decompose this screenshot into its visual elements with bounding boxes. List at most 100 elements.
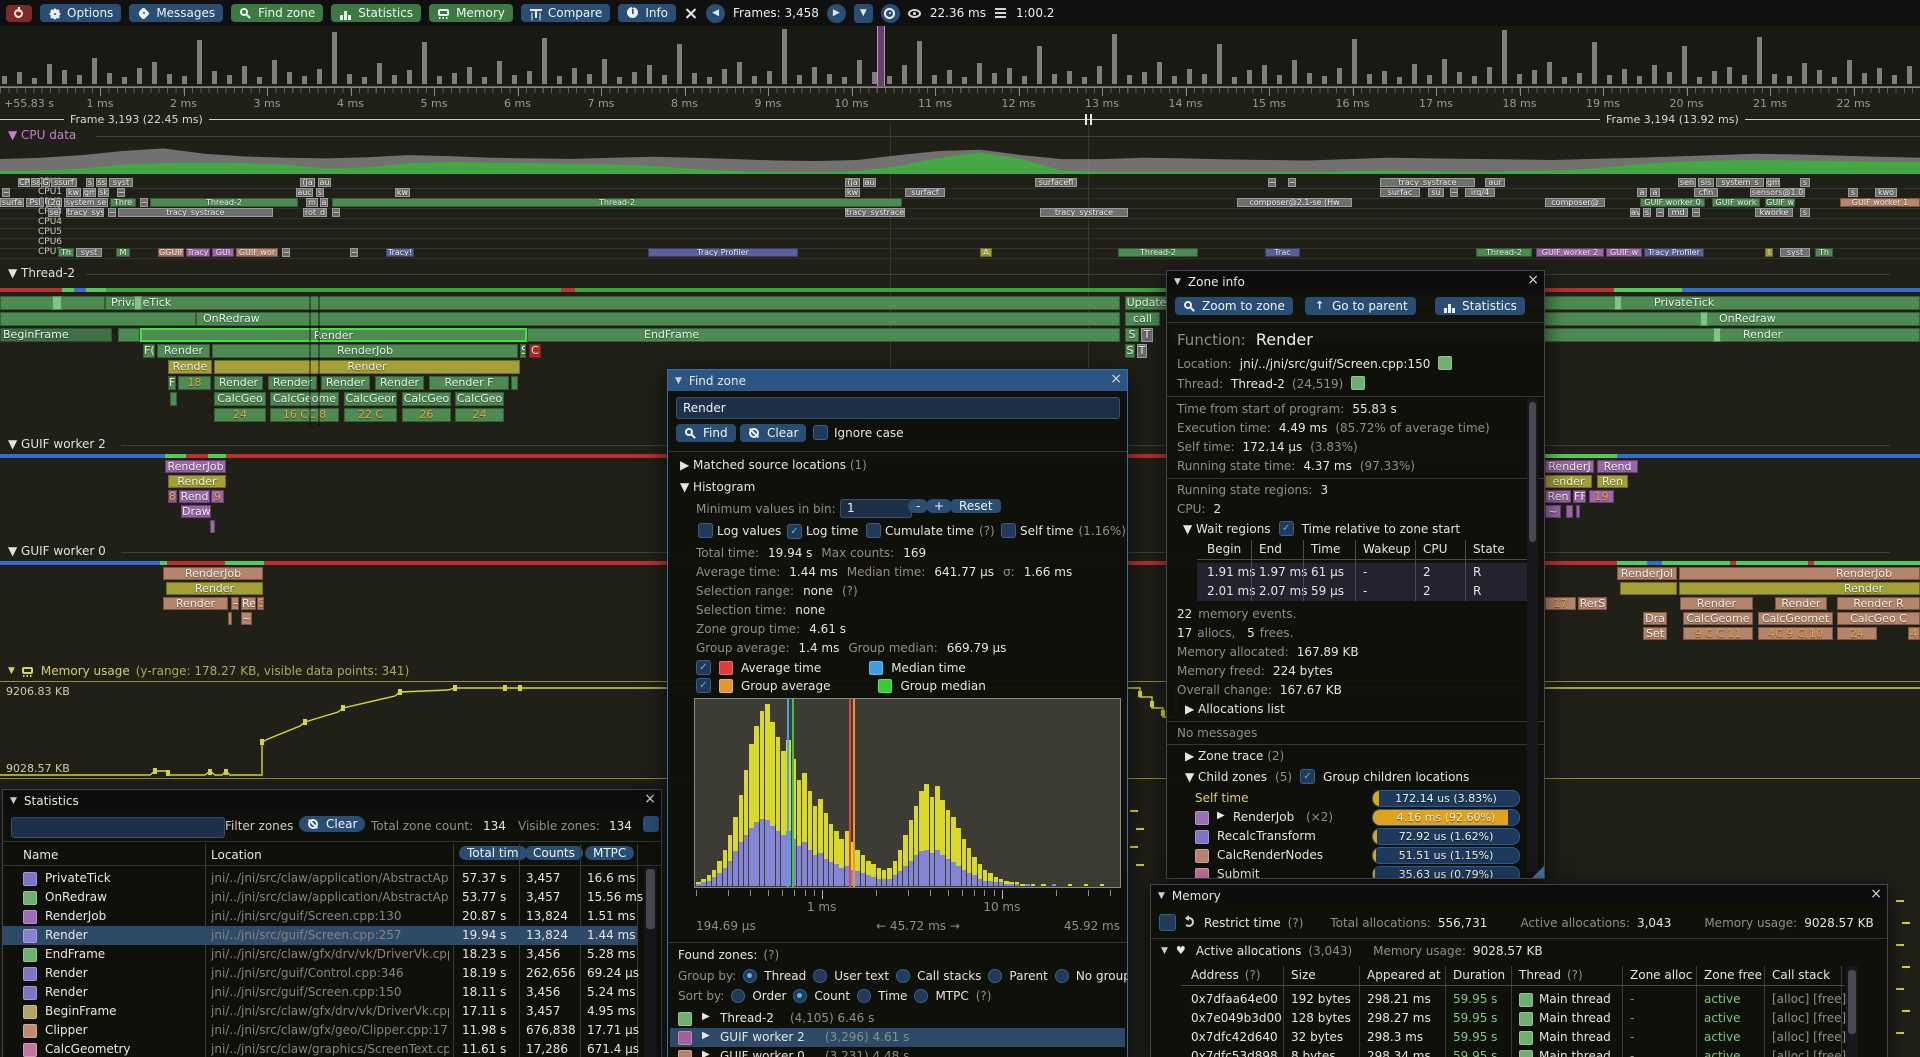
cpu-zone[interactable]: a [1650,188,1660,197]
cpu-zone[interactable]: ~ [1288,178,1296,187]
column-header-location[interactable]: Location [211,848,262,862]
cpu-zone[interactable]: kw [66,188,81,197]
column-header-counts[interactable]: Counts [525,846,583,860]
zone[interactable]: Render [166,582,263,595]
cpu-zone[interactable]: Tracy [186,248,210,257]
zone[interactable]: ~ [1545,505,1561,518]
cpu-zone[interactable]: ~ [350,248,358,257]
child-zones-toggle[interactable]: ▼ Child zones [1185,770,1267,784]
radio-sortby-order[interactable] [731,989,745,1003]
zone[interactable]: CalcGeor [344,392,397,406]
zone-trace-toggle[interactable]: ▶ Zone trace (2) [1185,749,1284,763]
radio-sortby-mtpc[interactable] [914,989,928,1003]
expand-icon[interactable]: ▶ [1217,810,1225,821]
cpu-zone[interactable]: ~ [1450,188,1458,197]
zone[interactable]: 5 [257,597,264,610]
zone[interactable]: Render [375,376,424,390]
cpu-zone[interactable]: (ja [300,178,315,187]
scrollbar-thumb[interactable] [1848,970,1856,1034]
cpu-zone[interactable]: GUIF worker 0 [1640,198,1705,207]
statistics-button[interactable]: Statistics [331,4,421,22]
cpu-zone[interactable]: system_s [1716,178,1764,187]
zone[interactable]: Render [321,376,370,390]
cpu-zone[interactable]: sen [1678,178,1696,187]
prev-frame-button[interactable]: ◀ [706,4,725,23]
cpu-zone[interactable]: sis [1698,178,1714,187]
cpu-zone[interactable]: gm [83,188,96,197]
zone[interactable]: T [1137,344,1147,358]
cpu-zone[interactable]: Thread-2 [1118,248,1198,257]
zone[interactable]: Render [1679,582,1920,595]
cpu-zone[interactable]: syst [1780,248,1810,257]
cpu-zone[interactable]: av [1630,208,1640,217]
zone[interactable]: Render [140,328,527,342]
zone[interactable]: Render [168,475,226,488]
radio-groupby-thread[interactable] [743,969,757,983]
cpu-zone[interactable]: rot_d [303,208,327,217]
zoom-menu-button[interactable]: ▼ [854,4,873,23]
legend-checkbox[interactable]: ✓ [696,678,711,693]
collapse-icon[interactable]: ▼ [8,666,15,676]
cpu-zone[interactable]: Th [1815,248,1833,257]
zone[interactable]: Rend [179,490,210,503]
zone[interactable]: 22 C [344,408,397,422]
table-row[interactable]: BeginFramejni/../jni/src/claw/gfx/drv/vk… [3,1002,637,1021]
memory-button[interactable]: Memory [429,4,513,22]
cpu-zone[interactable]: composer@2.1-se (Hw [1237,198,1352,207]
next-frame-button[interactable]: ▶ [827,4,846,23]
table-row[interactable]: RenderJobjni/../jni/src/guif/Screen.cpp:… [3,907,637,926]
sort-total-time[interactable]: Total tim [459,846,527,860]
wait-col-header[interactable]: Time [1311,542,1340,556]
zone[interactable]: 24 [455,408,504,422]
zone[interactable]: CalcGeo [455,392,504,406]
cpu-zone[interactable]: Trac [1265,248,1300,257]
power-button[interactable] [6,5,32,22]
legend-checkbox[interactable]: ✓ [696,660,711,675]
zone[interactable]: call [1125,312,1160,326]
cpu-zone[interactable]: md [1668,208,1688,217]
zone[interactable] [1713,328,1721,342]
zone[interactable]: Render [214,376,263,390]
zone[interactable] [0,312,196,326]
expand-icon[interactable]: ▶ [702,1011,710,1022]
zone[interactable]: Update [1125,296,1168,310]
cpu-zone[interactable]: Thread-2 [150,198,298,207]
cpu-zone[interactable]: ~ [332,208,340,217]
cpu-zone[interactable]: Psl [26,198,44,207]
table-row[interactable]: Renderjni/../jni/src/guif/Screen.cpp:150… [3,983,637,1002]
cpu-zone[interactable]: cfin [1694,188,1718,197]
zone[interactable]: RenderJob [163,567,263,580]
zone[interactable]: EndFrame [527,328,1120,342]
cpu-zone[interactable]: kwo [1875,188,1897,197]
zone[interactable]: Render [157,344,210,358]
checkbox-log-values[interactable] [698,523,713,538]
zone[interactable] [170,392,177,406]
zone[interactable]: Rend [1597,460,1638,473]
zone-info-go-to-parent-button[interactable]: Go to parent [1305,297,1416,315]
clear-button[interactable]: Clear [740,424,806,442]
cpu-zone[interactable]: su [1428,188,1444,197]
find-button[interactable]: Find [676,424,736,442]
zone[interactable]: 19 [1589,490,1614,503]
zone[interactable]: FF [1573,490,1586,503]
cpu-zone[interactable]: a [320,198,328,207]
cpu-zone[interactable]: irq/4 [1465,188,1495,197]
zone[interactable]: OnRedraw [196,312,1120,326]
allocation-row[interactable]: 0x7dfc42d64032 bytes298.3 ms59.95 sMain … [1151,1028,1845,1047]
restrict-time-checkbox[interactable] [1159,914,1176,931]
matched-source-locations[interactable]: ▶ Matched source locations (1) [680,458,867,472]
zone[interactable]: F( [143,344,155,358]
cpu-zone[interactable]: A [980,248,992,257]
child-zone-row[interactable]: CalcRenderNodes51.51 us (1.15%) [1167,846,1527,865]
child-zone-row[interactable]: ▶RenderJob(×2)4.16 ms (92.60%) [1167,808,1527,827]
cpu-zone[interactable]: composer@ [1545,198,1605,207]
cpu-zone[interactable]: GGUIF [158,248,184,257]
zone[interactable]: S [520,344,526,358]
resize-grip[interactable] [1532,866,1544,878]
checkbox-log-time[interactable]: ✓ [787,524,802,539]
zone[interactable]: RenderJob [1679,567,1920,580]
zone[interactable]: CalcGeome [1683,612,1753,625]
found-group-row[interactable]: ▶Thread-2(4,105) 6.46 s [670,1009,1125,1028]
table-row[interactable]: Renderjni/../jni/src/guif/Control.cpp:34… [3,964,637,983]
column-header-mtpc[interactable]: MTPC [585,846,634,860]
